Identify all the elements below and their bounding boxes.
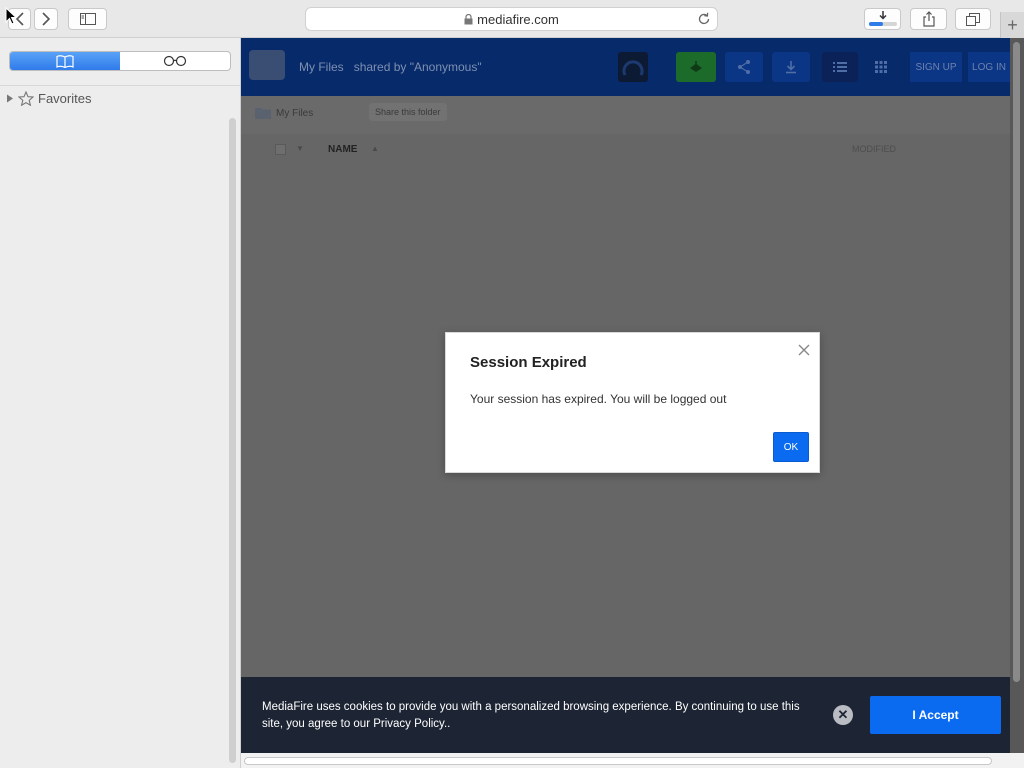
mediafire-header: My Files shared by "Anonymous" SIGN UP L… <box>241 38 1010 96</box>
select-options-caret-icon[interactable]: ▼ <box>296 144 304 153</box>
sidebar-divider <box>0 85 240 86</box>
tabs-overview-button[interactable] <box>955 8 991 30</box>
favorites-item[interactable]: Favorites <box>6 91 91 106</box>
cookie-text: MediaFire uses cookies to provide you wi… <box>262 701 800 730</box>
page-scrollbar[interactable] <box>1010 38 1024 768</box>
sidebar-icon <box>79 13 96 25</box>
book-icon <box>56 54 74 68</box>
share-folder-button[interactable] <box>725 52 763 82</box>
tabs-icon <box>966 12 980 26</box>
download-icon <box>868 11 897 26</box>
list-view-button[interactable] <box>822 52 858 82</box>
folder-icon <box>255 108 271 119</box>
browser-sidebar: Favorites <box>0 38 241 768</box>
grid-view-icon <box>875 61 887 73</box>
breadcrumb[interactable]: My Files <box>255 107 313 119</box>
lock-icon <box>464 13 473 24</box>
address-bar[interactable]: mediafire.com <box>305 7 718 31</box>
share-this-folder-button[interactable]: Share this folder <box>369 103 447 121</box>
file-list-header: ▼ NAME ▲ MODIFIED <box>241 134 1010 164</box>
sign-up-button[interactable]: SIGN UP <box>910 52 962 82</box>
bookmarks-tab[interactable] <box>10 52 120 70</box>
sort-ascending-icon[interactable]: ▲ <box>371 144 379 153</box>
reload-icon[interactable] <box>697 11 711 27</box>
sidebar-toggle-button[interactable] <box>68 8 107 30</box>
accept-cookies-button[interactable]: I Accept <box>870 696 1001 734</box>
cookie-close-button[interactable]: ✕ <box>833 705 853 725</box>
folder-icon <box>249 50 285 80</box>
new-tab-button[interactable]: + <box>1000 12 1024 38</box>
close-icon: ✕ <box>837 707 849 722</box>
breadcrumb-label: My Files <box>276 107 314 119</box>
user-avatar-button[interactable] <box>618 52 648 82</box>
forward-button[interactable] <box>34 8 58 30</box>
disclosure-triangle-icon[interactable] <box>6 94 14 103</box>
ok-button[interactable]: OK <box>773 432 809 462</box>
sidebar-segmented-control <box>9 51 231 71</box>
star-icon <box>18 91 34 106</box>
horizontal-scrollbar[interactable] <box>244 757 992 765</box>
downloads-button[interactable] <box>864 8 901 30</box>
user-avatar-icon <box>622 60 644 76</box>
plus-icon: + <box>1007 14 1018 35</box>
page-scrollbar-thumb[interactable] <box>1013 42 1020 682</box>
bottom-strip <box>241 753 1024 768</box>
reading-list-tab[interactable] <box>120 52 230 70</box>
glasses-icon <box>163 55 187 67</box>
download-icon <box>786 61 796 74</box>
folder-title: My Files <box>299 60 344 74</box>
mouse-cursor-icon <box>5 7 17 25</box>
select-all-checkbox[interactable] <box>275 144 286 155</box>
save-to-account-button[interactable] <box>676 52 716 82</box>
breadcrumb-bar: My Files Share this folder <box>241 96 1010 134</box>
url-text: mediafire.com <box>477 11 559 27</box>
chevron-right-icon <box>42 12 51 26</box>
dialog-title: Session Expired <box>470 354 587 371</box>
session-expired-dialog: Session Expired Your session has expired… <box>445 332 820 473</box>
download-folder-button[interactable] <box>772 52 810 82</box>
share-icon <box>922 11 935 27</box>
log-in-button[interactable]: LOG IN <box>968 52 1010 82</box>
save-icon <box>690 61 702 72</box>
browser-toolbar: mediafire.com + <box>0 0 1024 38</box>
sidebar-scrollbar[interactable] <box>229 118 236 763</box>
column-modified[interactable]: MODIFIED <box>852 144 896 154</box>
close-icon[interactable] <box>796 342 812 358</box>
list-view-icon <box>833 62 847 72</box>
dialog-message: Your session has expired. You will be lo… <box>470 392 727 406</box>
favorites-label: Favorites <box>38 91 92 106</box>
share-icon <box>738 60 750 74</box>
shared-by-label: shared by "Anonymous" <box>353 60 482 74</box>
grid-view-button[interactable] <box>865 52 897 82</box>
share-button[interactable] <box>910 8 947 30</box>
cookie-banner: MediaFire uses cookies to provide you wi… <box>241 677 1010 753</box>
column-name[interactable]: NAME <box>328 144 357 155</box>
header-title-row: My Files shared by "Anonymous" <box>299 60 482 74</box>
